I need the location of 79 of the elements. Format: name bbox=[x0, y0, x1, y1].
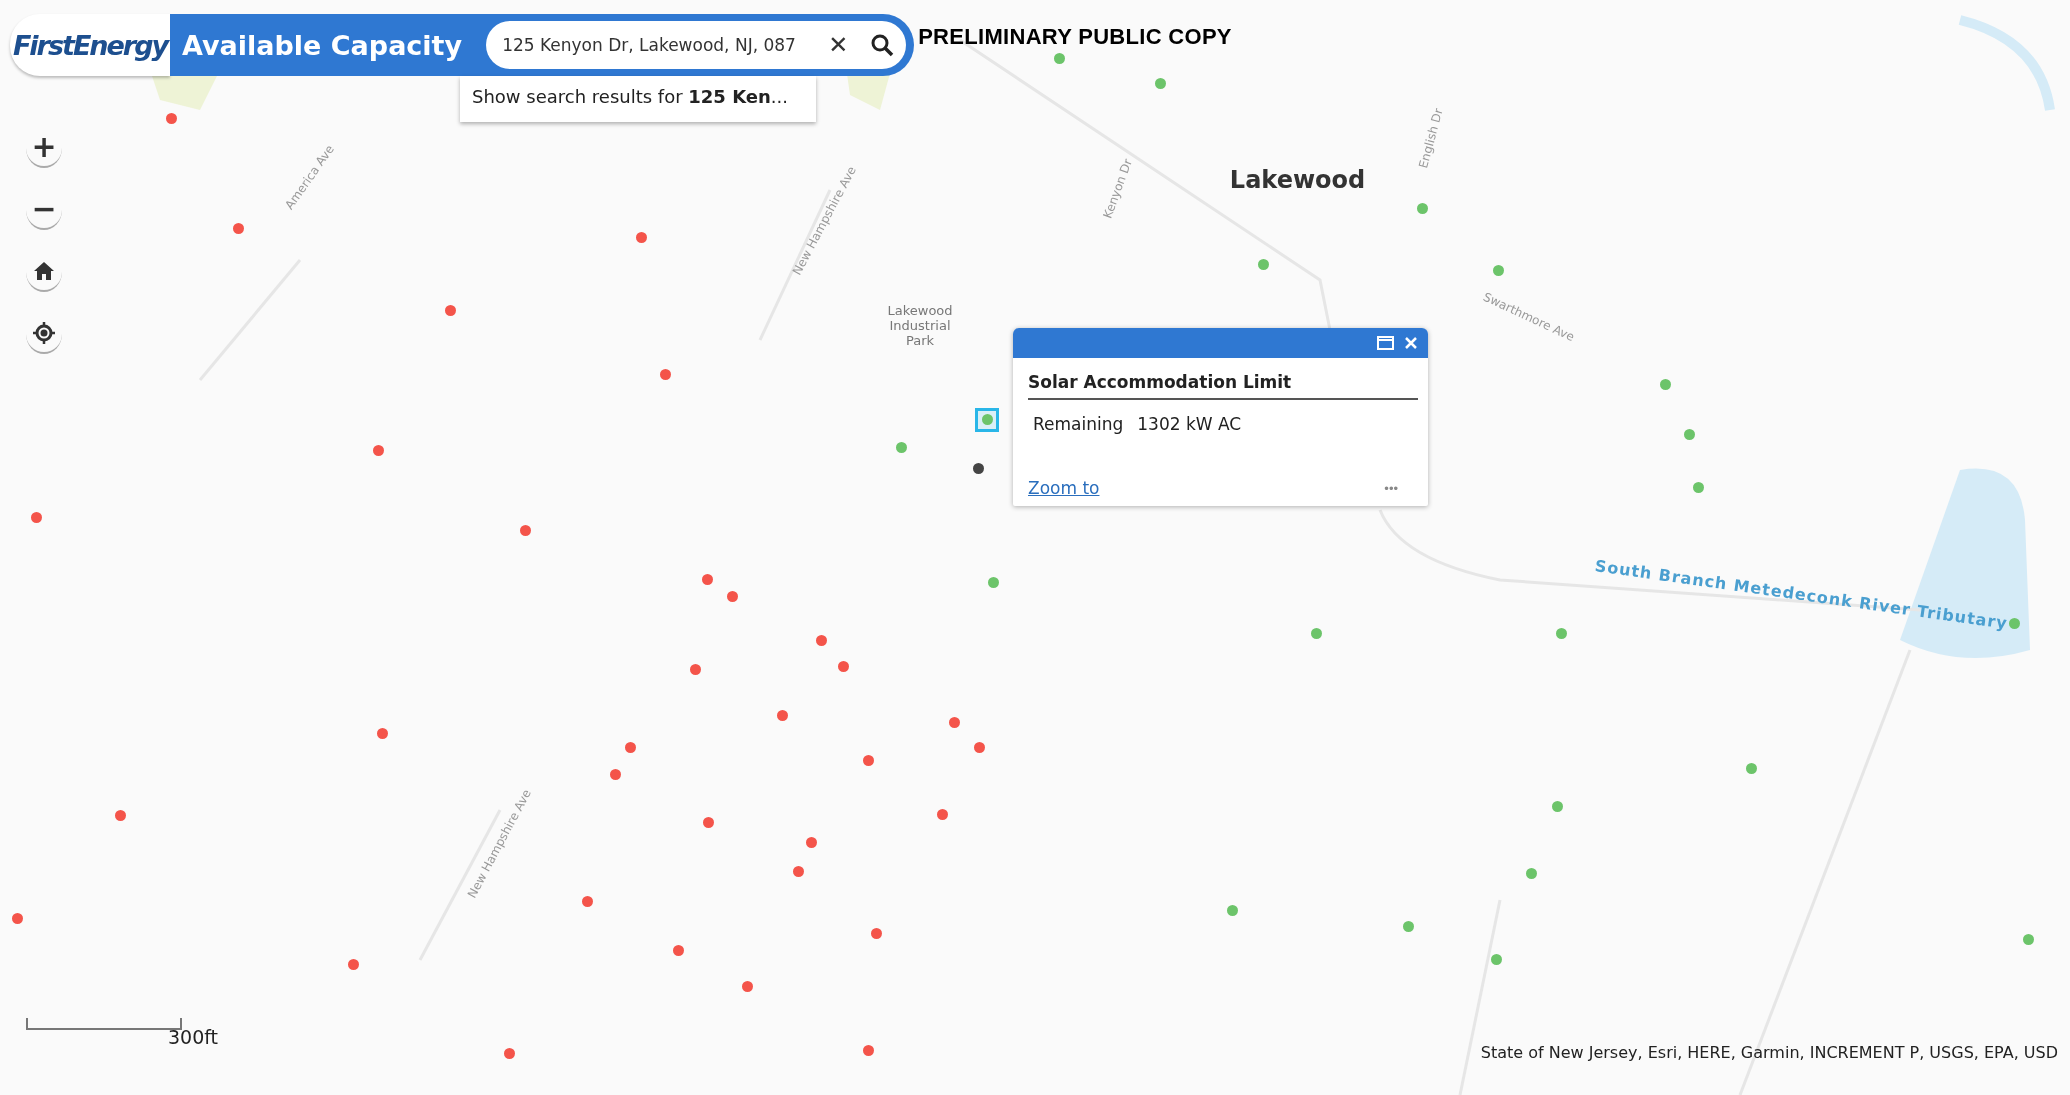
map-marker[interactable] bbox=[373, 444, 385, 456]
map-marker[interactable] bbox=[1491, 954, 1503, 966]
map-marker[interactable] bbox=[1693, 481, 1705, 493]
map-marker[interactable] bbox=[625, 741, 637, 753]
scale-label: 300ft bbox=[168, 1026, 219, 1048]
map-marker[interactable] bbox=[1257, 258, 1269, 270]
area-label: Lakewood Industrial Park bbox=[886, 302, 954, 348]
locate-icon bbox=[32, 321, 56, 345]
search-icon[interactable] bbox=[870, 33, 895, 57]
map-marker[interactable] bbox=[703, 816, 715, 828]
map-marker[interactable] bbox=[1417, 203, 1429, 215]
zoom-in-button[interactable]: + bbox=[26, 128, 62, 168]
map-marker[interactable] bbox=[690, 663, 702, 675]
home-icon bbox=[33, 261, 55, 281]
clear-button[interactable]: ✕ bbox=[828, 31, 849, 59]
map-marker[interactable] bbox=[806, 836, 818, 848]
popup-title: Solar Accommodation Limit bbox=[1028, 372, 1418, 400]
map-marker[interactable] bbox=[741, 980, 753, 992]
map-marker[interactable] bbox=[11, 913, 23, 925]
map-marker[interactable] bbox=[1402, 921, 1414, 933]
company-logo: FirstEnergy bbox=[10, 14, 170, 76]
map-marker[interactable] bbox=[815, 634, 827, 646]
map-marker[interactable] bbox=[444, 304, 456, 316]
search-suggestion[interactable]: Show search results for 125 Ken... bbox=[460, 76, 816, 122]
close-button[interactable] bbox=[1404, 336, 1418, 350]
map-marker[interactable] bbox=[1154, 77, 1166, 89]
notice-text: PRELIMINARY PUBLIC COPY bbox=[918, 26, 1232, 48]
map-marker[interactable] bbox=[659, 369, 671, 381]
map-marker[interactable] bbox=[727, 591, 739, 603]
search-field[interactable]: 125 Kenyon Dr, Lakewood, NJ, 087 ✕ bbox=[486, 21, 907, 69]
map-marker[interactable] bbox=[793, 865, 805, 877]
field-label: Remaining bbox=[1033, 414, 1124, 434]
map-marker[interactable] bbox=[973, 741, 985, 753]
map-marker[interactable] bbox=[2008, 617, 2020, 629]
map-marker[interactable] bbox=[581, 896, 593, 908]
map-marker[interactable] bbox=[988, 576, 1000, 588]
maximize-button[interactable] bbox=[1377, 336, 1394, 350]
map-marker[interactable] bbox=[1310, 628, 1322, 640]
map-marker[interactable] bbox=[837, 661, 849, 673]
map-marker[interactable] bbox=[1492, 265, 1504, 277]
zoom-out-button[interactable]: − bbox=[26, 190, 62, 230]
attribution-text: State of New Jersey, Esri, HERE, Garmin, INCREMENT P, USGS, EPA, USD bbox=[1480, 1043, 2058, 1062]
search-input[interactable]: 125 Kenyon Dr, Lakewood, NJ, 087 bbox=[502, 35, 821, 55]
map-marker[interactable] bbox=[377, 728, 389, 740]
map-marker[interactable] bbox=[936, 808, 948, 820]
map-marker[interactable] bbox=[1684, 428, 1696, 440]
map-marker[interactable] bbox=[166, 113, 178, 125]
zoom-to-link[interactable]: Zoom to bbox=[1028, 478, 1100, 498]
map-marker[interactable] bbox=[636, 232, 647, 244]
place-label: Lakewood bbox=[1229, 165, 1366, 194]
map-marker[interactable] bbox=[981, 414, 993, 426]
map-marker[interactable] bbox=[1746, 762, 1758, 774]
map-marker[interactable] bbox=[863, 1045, 875, 1057]
map-marker[interactable] bbox=[1054, 52, 1066, 64]
map-marker[interactable] bbox=[672, 944, 684, 956]
map-marker[interactable] bbox=[31, 511, 43, 523]
map-marker[interactable] bbox=[114, 810, 126, 822]
more-button[interactable]: ••• bbox=[1384, 480, 1418, 496]
map-marker[interactable] bbox=[1552, 801, 1564, 812]
field-value: 1302 kW AC bbox=[1137, 414, 1242, 434]
street-label: English Dr bbox=[1416, 107, 1446, 170]
map-marker[interactable] bbox=[609, 769, 621, 781]
app-title: Available Capacity bbox=[181, 29, 464, 61]
map-marker[interactable] bbox=[519, 525, 531, 537]
map-marker[interactable] bbox=[896, 441, 908, 453]
map-marker[interactable] bbox=[1525, 868, 1537, 880]
map-marker[interactable] bbox=[863, 754, 875, 766]
map-marker[interactable] bbox=[2023, 934, 2035, 946]
map-marker[interactable] bbox=[1227, 905, 1239, 917]
map-marker[interactable] bbox=[948, 716, 960, 728]
map-marker[interactable] bbox=[777, 709, 789, 721]
map-marker[interactable] bbox=[1556, 628, 1568, 640]
map-marker[interactable] bbox=[233, 222, 245, 234]
map-marker[interactable] bbox=[870, 927, 882, 939]
map-marker[interactable] bbox=[348, 959, 360, 971]
map-marker[interactable] bbox=[972, 463, 984, 475]
map-marker[interactable] bbox=[702, 573, 713, 585]
map-marker[interactable] bbox=[1660, 378, 1672, 390]
map-marker[interactable] bbox=[504, 1047, 515, 1059]
